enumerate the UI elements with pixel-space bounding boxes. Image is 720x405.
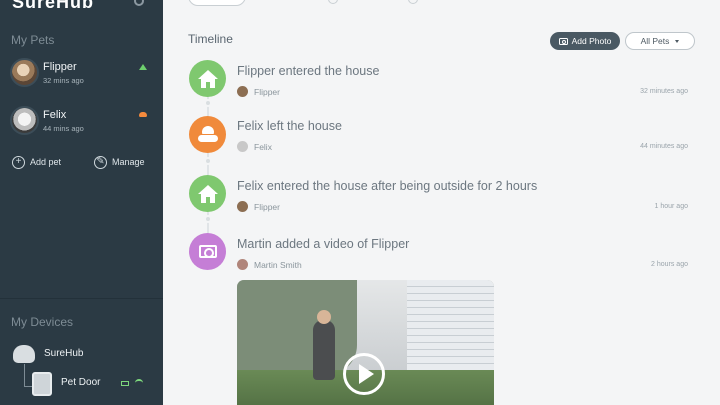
- event-title[interactable]: Flipper entered the house: [237, 64, 379, 78]
- sun-cloud-icon: [196, 125, 219, 144]
- my-pets-title: My Pets: [11, 33, 55, 47]
- timeline-dot: [204, 157, 212, 165]
- outside-status-icon: [139, 112, 147, 117]
- pet-avatar: [10, 106, 39, 135]
- pet-last-seen: 32 mins ago: [43, 76, 84, 85]
- avatar: [237, 86, 248, 97]
- signal-icon: [135, 379, 143, 387]
- top-control[interactable]: [328, 0, 338, 4]
- pet-last-seen: 44 mins ago: [43, 124, 84, 133]
- event-time: 2 hours ago: [651, 261, 688, 268]
- event-title[interactable]: Martin added a video of Flipper: [237, 237, 409, 251]
- camera-icon: [558, 37, 568, 45]
- event-time: 44 minutes ago: [640, 143, 688, 150]
- event-subject: Flipper: [254, 202, 280, 212]
- device-tree-line: [24, 386, 32, 387]
- video-thumbnail[interactable]: [237, 280, 494, 405]
- app-logo: SureHub: [12, 0, 95, 12]
- pet-name: Felix: [43, 109, 67, 121]
- event-subject: Martin Smith: [254, 260, 302, 270]
- chevron-down-icon: [675, 39, 680, 43]
- pet-name: Flipper: [43, 61, 77, 73]
- manage-label: Manage: [112, 157, 145, 167]
- event-icon-left: [189, 116, 226, 153]
- pet-filter-select[interactable]: All Pets: [625, 32, 695, 50]
- my-devices-title: My Devices: [11, 315, 74, 329]
- device-pet-door[interactable]: Pet Door: [61, 377, 100, 388]
- plus-icon: +: [12, 155, 25, 169]
- timeline-dot: [204, 215, 212, 223]
- add-photo-button[interactable]: Add Photo: [550, 32, 620, 50]
- event-time: 1 hour ago: [654, 203, 688, 210]
- pet-filter-value: All Pets: [640, 36, 670, 46]
- pet-item-felix[interactable]: Felix 44 mins ago: [10, 106, 155, 142]
- event-subject: Felix: [254, 142, 272, 152]
- sidebar-divider: [0, 298, 163, 299]
- timeline-title: Timeline: [188, 32, 233, 46]
- main-panel: Timeline Add Photo All Pets Flipper ente…: [163, 0, 720, 405]
- event-title[interactable]: Felix left the house: [237, 119, 342, 133]
- event-icon-entered: [189, 175, 226, 212]
- child-figure: [313, 320, 335, 380]
- add-pet-label: Add pet: [30, 157, 62, 167]
- top-control[interactable]: [408, 0, 418, 4]
- avatar: [237, 259, 248, 270]
- battery-icon: [121, 381, 129, 386]
- add-pet-button[interactable]: + Add pet: [12, 154, 61, 170]
- settings-gear-icon[interactable]: [134, 0, 144, 6]
- event-subject: Flipper: [254, 87, 280, 97]
- avatar: [237, 141, 248, 152]
- pet-door-icon: [32, 372, 52, 396]
- pencil-icon: ✎: [94, 155, 107, 169]
- add-photo-label: Add Photo: [571, 36, 612, 46]
- inside-status-icon: [139, 64, 147, 70]
- event-time: 32 minutes ago: [640, 88, 688, 95]
- pet-item-flipper[interactable]: Flipper 32 mins ago: [10, 58, 155, 94]
- device-surehub[interactable]: SureHub: [44, 348, 83, 359]
- event-title[interactable]: Felix entered the house after being outs…: [237, 179, 537, 193]
- sidebar: SureHub My Pets Flipper 32 mins ago Feli…: [0, 0, 163, 405]
- manage-button[interactable]: ✎ Manage: [94, 154, 145, 170]
- device-tree-line: [24, 364, 25, 386]
- camera-icon: [198, 245, 217, 258]
- house-icon: [197, 69, 218, 88]
- play-icon[interactable]: [343, 353, 385, 395]
- house-icon: [197, 184, 218, 203]
- event-icon-entered: [189, 60, 226, 97]
- timeline-dot: [204, 99, 212, 107]
- pet-avatar: [10, 58, 39, 87]
- avatar: [237, 201, 248, 212]
- top-tab[interactable]: [188, 0, 246, 6]
- event-icon-video: [189, 233, 226, 270]
- hub-icon: [13, 345, 35, 363]
